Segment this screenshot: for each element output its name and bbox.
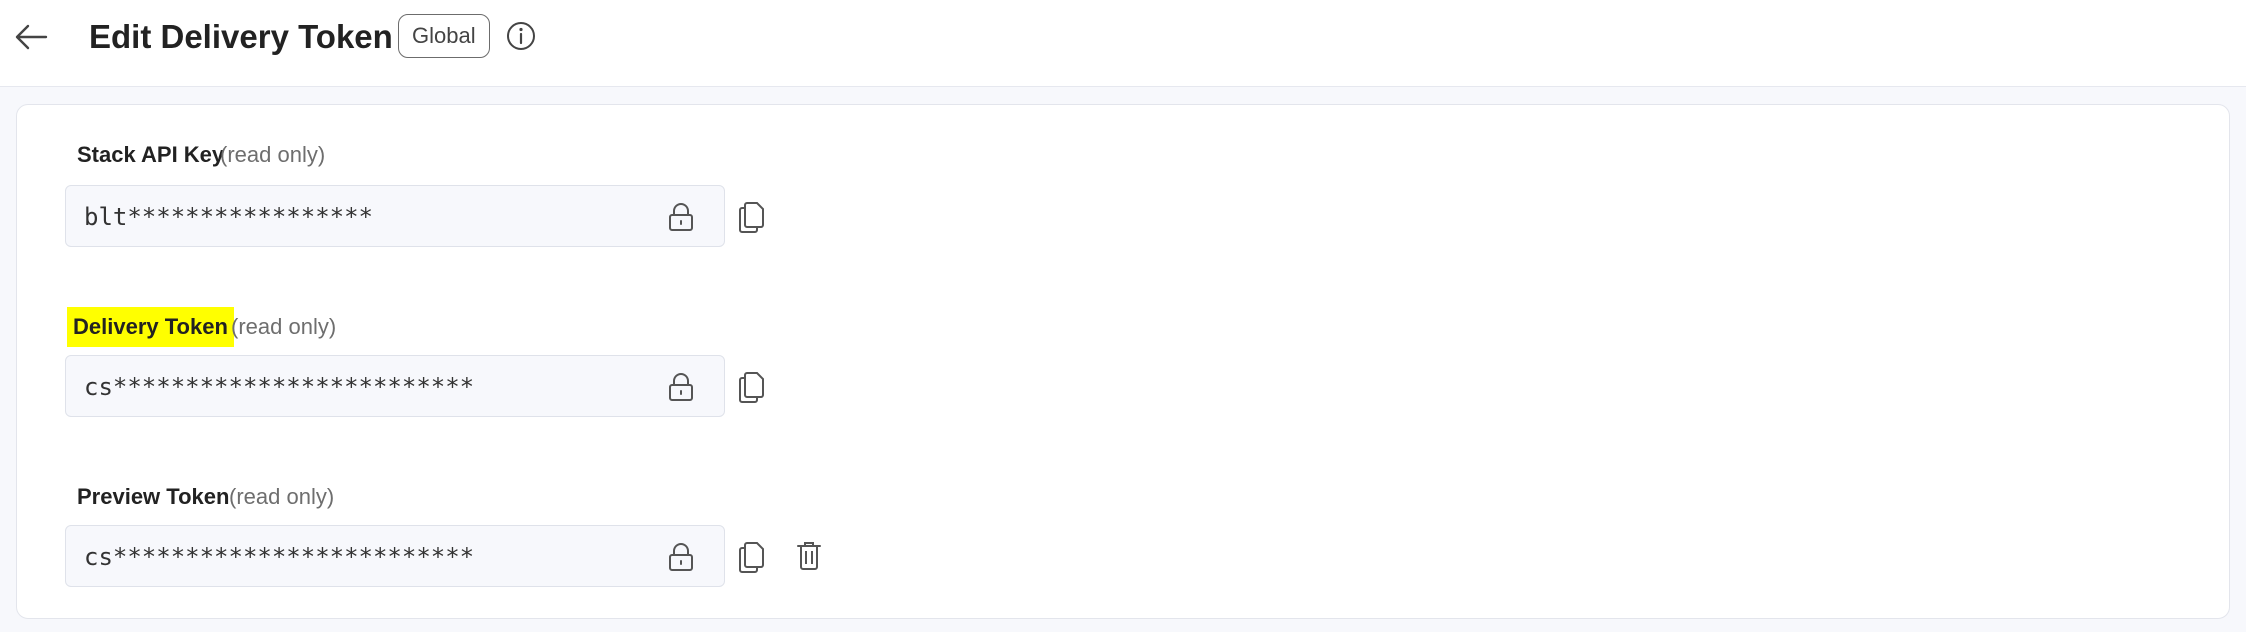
- stack-api-key-value: blt*****************: [84, 203, 373, 231]
- lock-icon: [666, 541, 696, 573]
- copy-stack-api-key-icon[interactable]: [737, 199, 767, 233]
- stack-api-key-label: Stack API Key: [77, 142, 225, 167]
- lock-icon: [666, 371, 696, 403]
- trash-icon[interactable]: [795, 539, 823, 571]
- page-title: Edit Delivery Token: [89, 18, 393, 55]
- preview-token-readonly-note: (read only): [229, 484, 335, 509]
- lock-icon: [666, 201, 696, 233]
- info-icon[interactable]: [506, 21, 536, 51]
- preview-token-value: cs*************************: [84, 543, 475, 571]
- copy-delivery-token-icon[interactable]: [737, 369, 767, 403]
- page-header: Edit Delivery Token Global: [0, 0, 2246, 87]
- token-details-card: Stack API Key (read only) blt***********…: [16, 104, 2230, 619]
- stack-api-key-readonly-note: (read only): [220, 142, 326, 167]
- delivery-token-value: cs*************************: [84, 373, 475, 401]
- preview-token-field[interactable]: cs*************************: [65, 525, 725, 587]
- scope-badge: Global: [398, 14, 490, 58]
- delivery-token-label: Delivery Token: [67, 307, 234, 347]
- delivery-token-field[interactable]: cs*************************: [65, 355, 725, 417]
- delivery-token-readonly-note: (read only): [231, 314, 337, 339]
- stack-api-key-field[interactable]: blt*****************: [65, 185, 725, 247]
- arrow-left-icon: [15, 24, 48, 50]
- preview-token-label: Preview Token: [77, 484, 230, 509]
- copy-preview-token-icon[interactable]: [737, 539, 767, 573]
- back-button[interactable]: [12, 20, 52, 54]
